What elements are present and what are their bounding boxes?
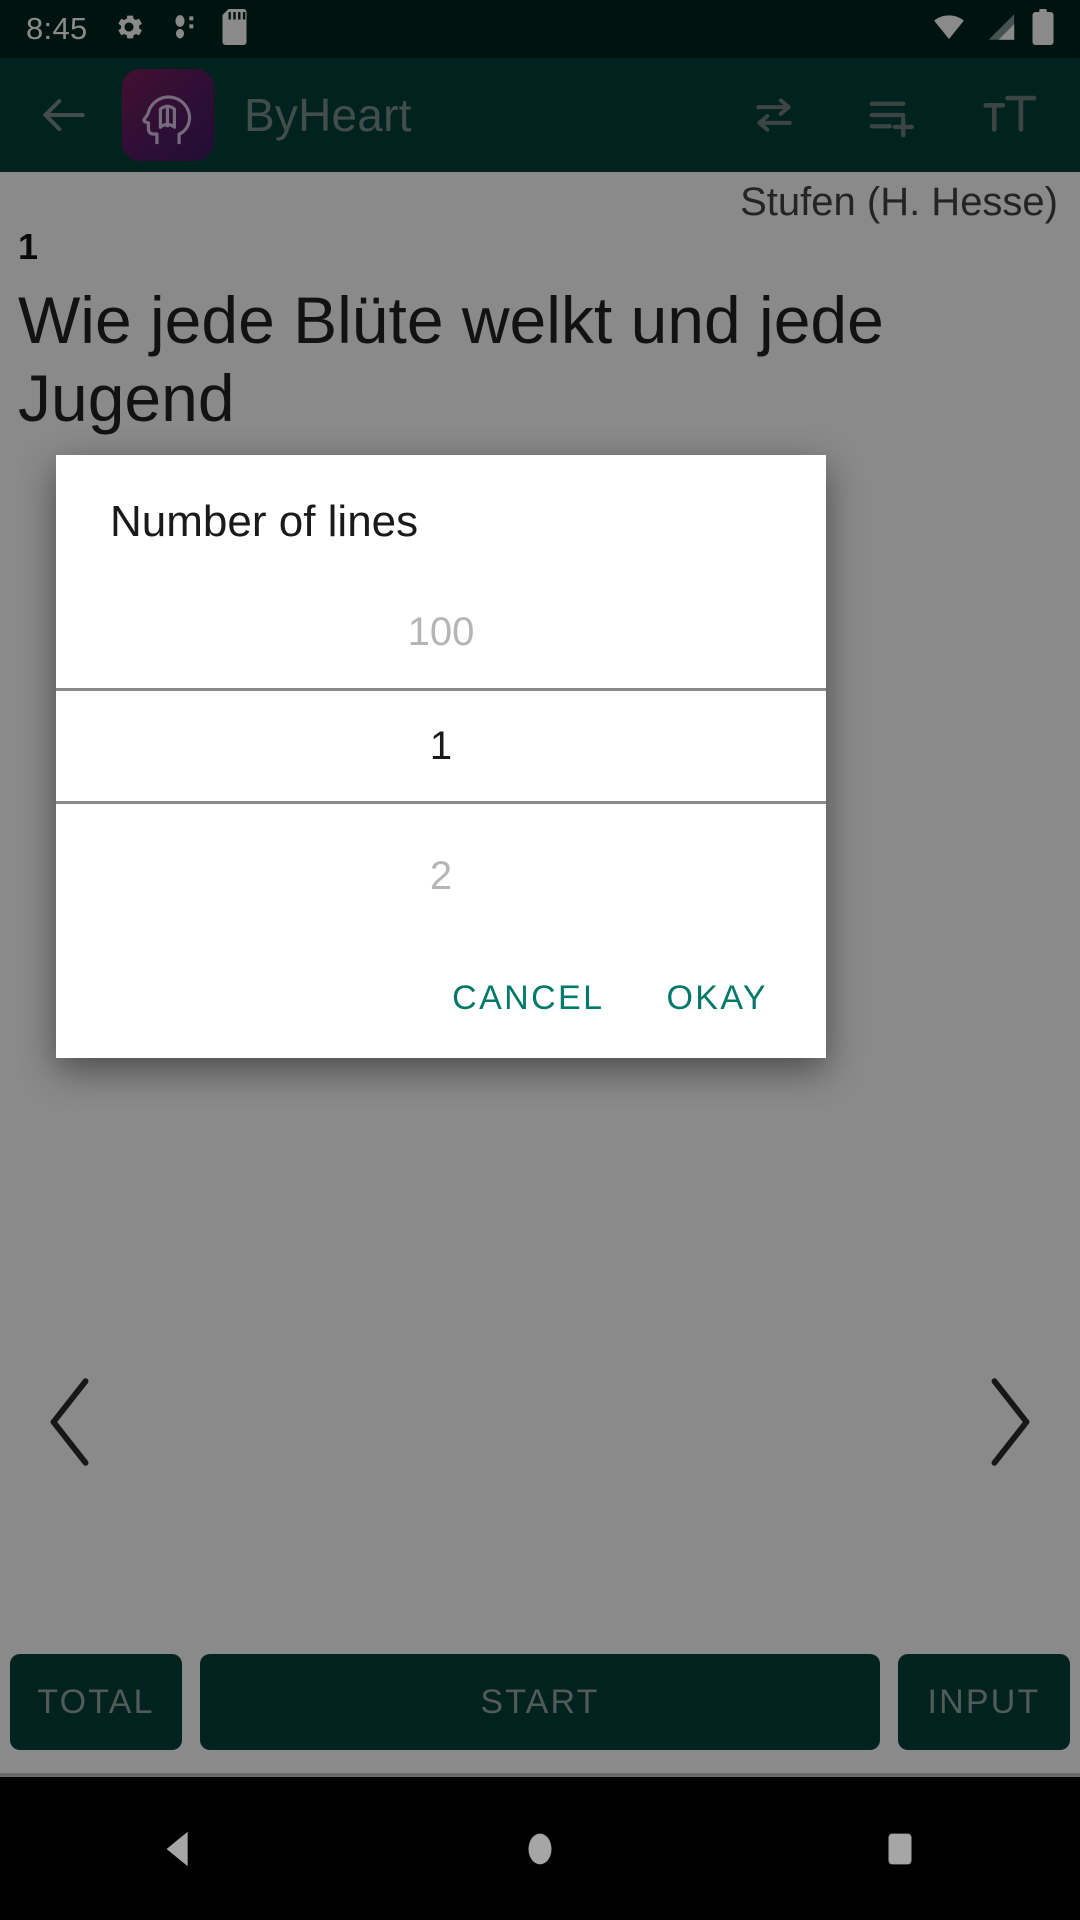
dialog-actions: CANCEL OKAY <box>448 969 772 1028</box>
nav-home-icon[interactable] <box>470 1777 610 1920</box>
nav-back-icon[interactable] <box>110 1777 250 1920</box>
nav-bar-separator <box>0 1773 1080 1777</box>
phone-screen: 8:45 ByHeart Stufen (H. Hesse) 1 Wie jed… <box>0 0 1080 1920</box>
okay-button[interactable]: OKAY <box>662 969 772 1028</box>
number-picker-selected-value[interactable]: 1 <box>56 691 826 801</box>
system-nav-bar <box>0 1777 1080 1920</box>
dialog-title: Number of lines <box>110 497 419 546</box>
number-of-lines-dialog: Number of lines 100 1 2 CANCEL OKAY <box>56 455 826 1058</box>
number-picker-previous-value[interactable]: 100 <box>56 577 826 688</box>
cancel-button[interactable]: CANCEL <box>448 969 608 1028</box>
number-picker[interactable]: 100 1 2 <box>56 577 826 937</box>
number-picker-next-value[interactable]: 2 <box>56 804 826 941</box>
nav-recents-icon[interactable] <box>830 1777 970 1920</box>
